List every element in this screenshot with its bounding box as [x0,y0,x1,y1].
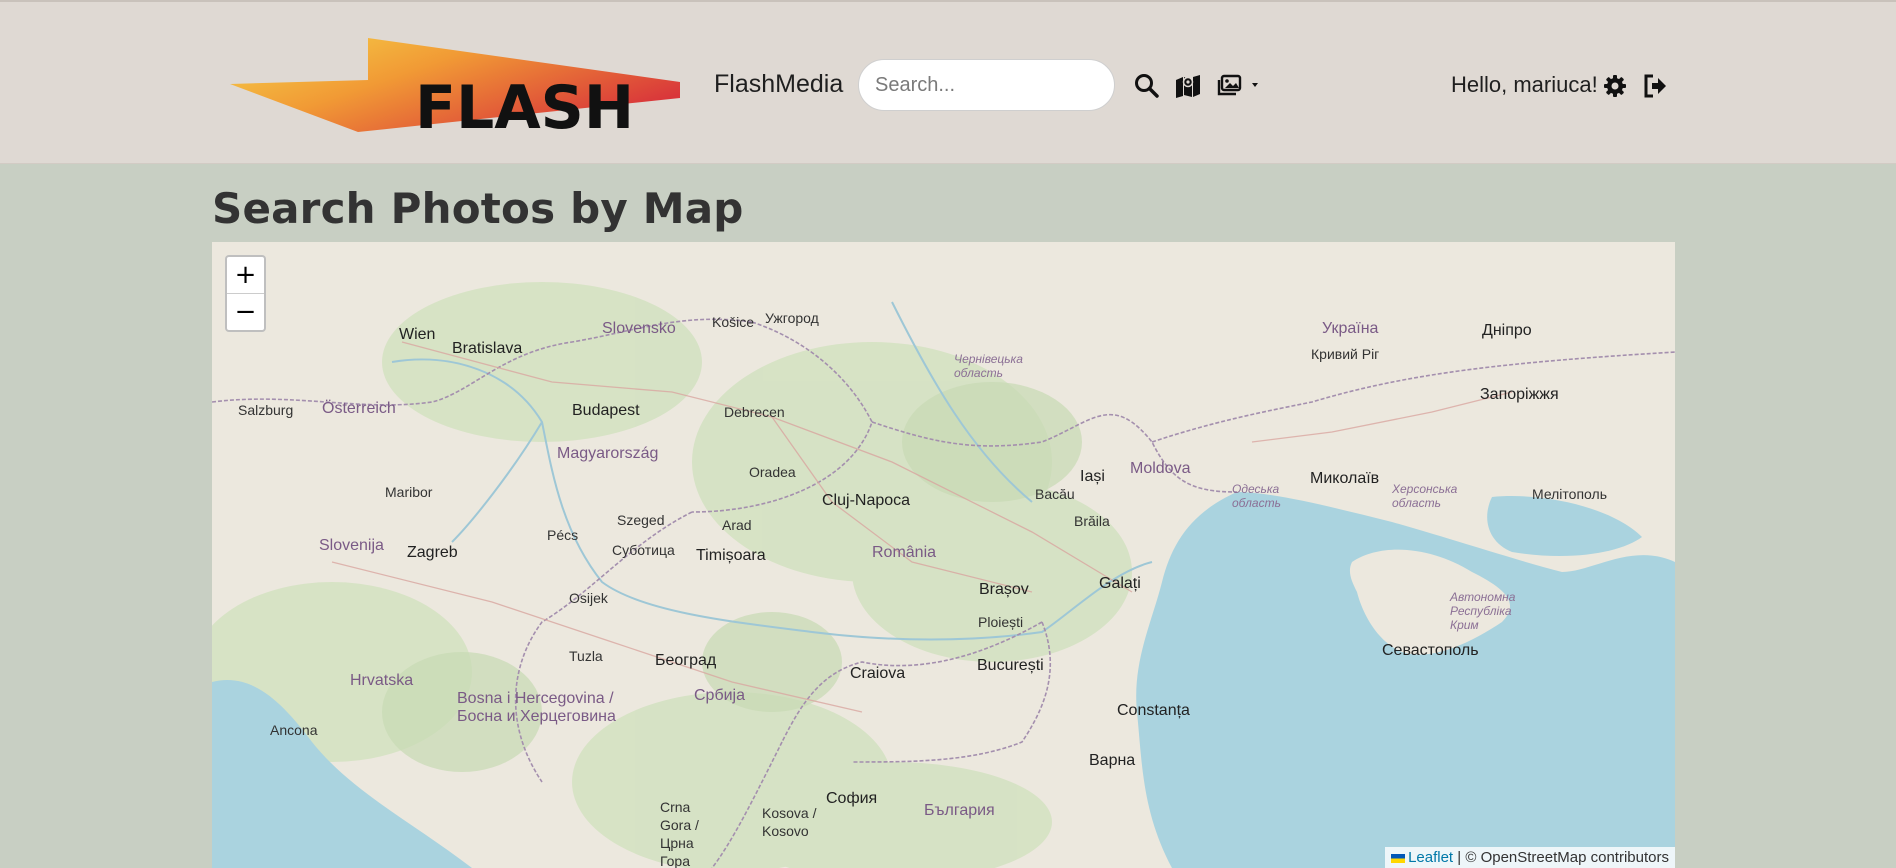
map-label-osijek: Osijek [569,590,608,606]
map-label-bosna: Bosna i Hercegovina / Босна и Херцеговин… [457,690,616,725]
map-label-osterreich: Österreich [322,400,396,417]
map-label-chernivtsi: Чернівецька область [954,352,1023,380]
map-label-arad: Arad [722,517,752,533]
map-label-maribor: Maribor [385,484,433,500]
map-label-varna: Варна [1089,752,1136,769]
map-label-uzhhorod: Ужгород [765,310,819,326]
map-label-dnipro: Дніпро [1482,322,1532,339]
map-label-kosice: Košice [712,314,755,330]
map-label-subotica: Суботица [612,542,675,558]
search-icon[interactable] [1133,72,1161,100]
map-label-brasov: Brașov [979,581,1029,598]
map-label-timisoara: Timișoara [696,547,766,564]
map-label-ancona: Ancona [270,722,318,738]
map-label-bacau: Bacău [1035,486,1075,502]
zoom-out-button[interactable]: − [227,294,264,330]
map-label-zagreb: Zagreb [407,544,458,561]
map-label-braila: Brăila [1074,513,1110,529]
map-label-wien: Wien [399,326,436,343]
photo-map[interactable]: Wien Bratislava Budapest Slovensko Öster… [212,242,1675,868]
map-label-szeged: Szeged [617,512,665,528]
map-label-srbija: Србија [694,687,746,704]
photos-dropdown[interactable] [1217,72,1261,100]
map-label-sevastopol: Севастополь [1382,642,1479,659]
search-input[interactable] [858,59,1115,111]
images-icon [1217,74,1258,96]
map-label-pecs: Pécs [547,527,579,543]
map-label-galati: Galați [1099,575,1141,592]
flash-logo[interactable]: FLASH [230,38,680,132]
map-label-slovensko: Slovensko [602,320,676,337]
map-label-kryvyi: Кривий Ріг [1311,346,1380,362]
map-label-zaporizhzhia: Запоріжжя [1480,386,1559,403]
map-label-tuzla: Tuzla [569,648,603,664]
map-icon[interactable] [1174,72,1202,100]
map-label-mykolaiv: Миколаїв [1310,470,1380,487]
map-label-craiova: Craiova [850,665,906,682]
map-attribution: Leaflet | © OpenStreetMap contributors [1385,847,1675,868]
navbar: FLASH FlashMedia Hello, mariuca! [0,0,1896,164]
user-greeting: Hello, mariuca! [1451,72,1598,97]
map-label-bratislava: Bratislava [452,340,523,357]
map-label-melitopol: Мелітополь [1532,486,1607,502]
svg-text:FLASH: FLASH [415,73,634,132]
map-label-constanta: Constanța [1117,702,1190,719]
leaflet-link[interactable]: Leaflet [1408,849,1453,866]
map-label-slovenija: Slovenija [319,537,384,554]
map-label-budapest: Budapest [572,402,640,419]
map-label-iasi: Iași [1080,468,1105,485]
map-label-romania: România [872,544,937,561]
ukraine-flag-icon [1391,853,1406,863]
attribution-text: | © OpenStreetMap contributors [1457,849,1669,866]
zoom-in-button[interactable]: + [227,257,264,294]
map-label-cluj: Cluj-Napoca [822,492,911,509]
map-label-bucuresti: București [977,657,1044,674]
map-label-ukraina: Україна [1322,320,1379,337]
map-label-odesa-obl: Одеська область [1232,482,1281,510]
map-label-kherson: Херсонська область [1392,482,1458,510]
map-label-beograd: Београд [655,652,717,669]
logout-icon[interactable] [1642,72,1670,100]
map-label-kosova: Kosova / Kosovo [762,805,817,839]
map-label-oradea: Oradea [749,464,796,480]
map-label-crnagora: Crna Gora / Црна Гора [660,799,699,868]
map-label-hrvatska: Hrvatska [350,672,414,689]
page-title: Search Photos by Map [212,184,744,233]
map-label-salzburg: Salzburg [238,402,294,418]
map-label-magyarorszag: Magyarország [557,445,659,462]
map-label-bulgaria: България [924,802,995,819]
map-label-debrecen: Debrecen [724,404,785,420]
map-label-ploiesti: Ploiești [978,614,1024,630]
map-label-moldova: Moldova [1130,460,1191,477]
map-label-krym: Автономна Республіка Крим [1450,590,1516,632]
zoom-control: + − [225,255,266,332]
brand-link[interactable]: FlashMedia [714,70,843,99]
gear-icon[interactable] [1601,72,1629,100]
